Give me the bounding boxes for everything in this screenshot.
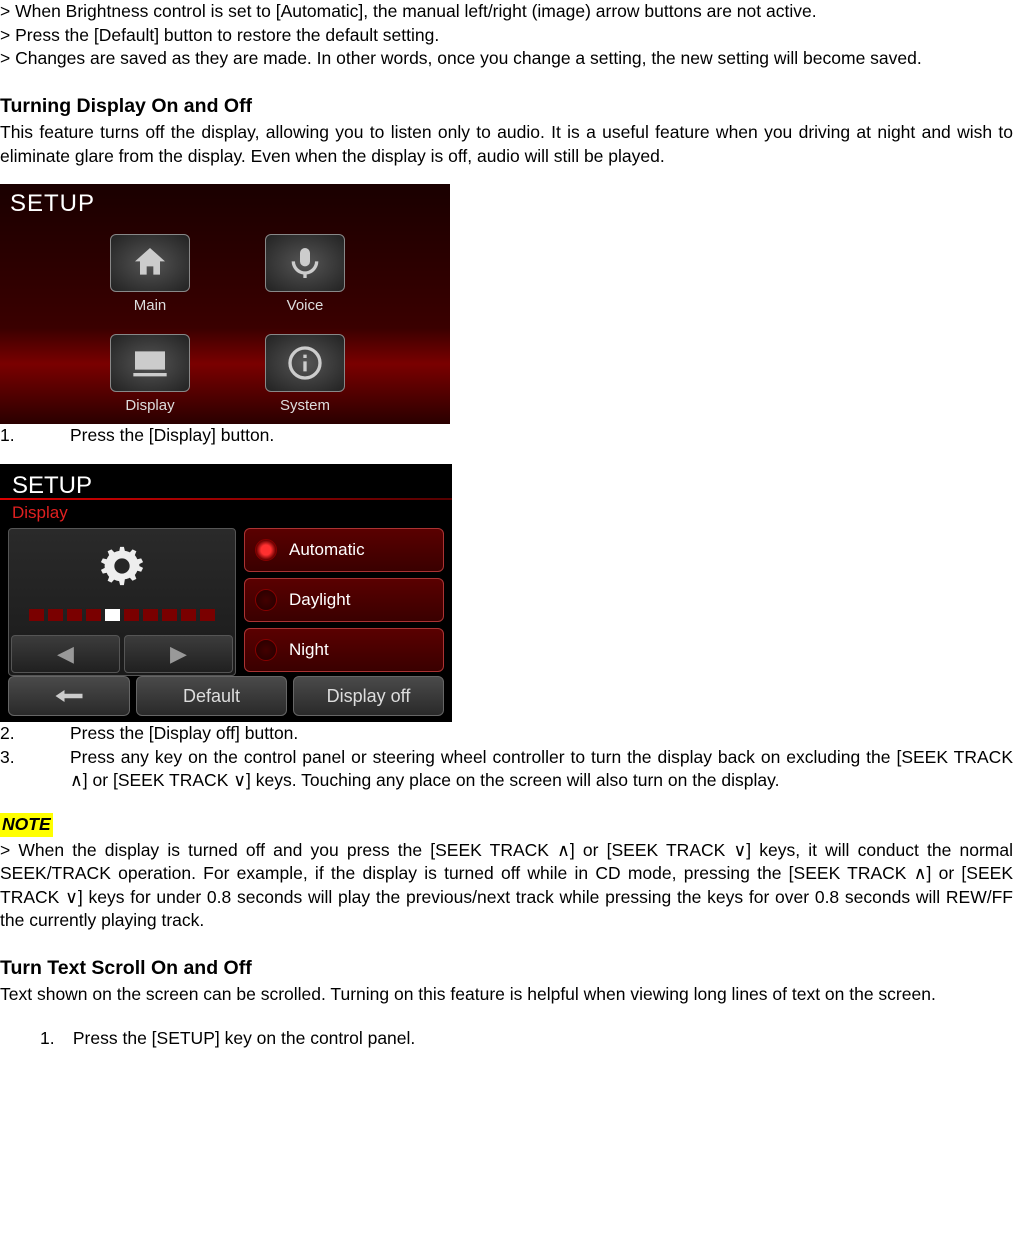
divider bbox=[0, 498, 452, 500]
step-3: 3. Press any key on the control panel or… bbox=[0, 746, 1013, 793]
note-line-3: > Changes are saved as they are made. In… bbox=[0, 47, 1013, 71]
heading-text-scroll: Turn Text Scroll On and Off bbox=[0, 955, 1013, 981]
step-2-text: Press the [Display off] button. bbox=[70, 722, 1013, 746]
note-label: NOTE bbox=[0, 813, 53, 837]
step-3-text: Press any key on the control panel or st… bbox=[70, 746, 1013, 793]
step-1-num: 1. bbox=[0, 424, 70, 448]
option-daylight[interactable]: Daylight bbox=[244, 578, 444, 622]
scroll-step-1-num: 1. bbox=[40, 1027, 68, 1051]
chevron-right-icon: ▶ bbox=[170, 639, 187, 669]
info-icon bbox=[265, 334, 345, 392]
tile-system-label: System bbox=[240, 396, 370, 416]
radio-on-icon bbox=[255, 539, 277, 561]
brightness-left-button[interactable]: ◀ bbox=[11, 635, 120, 673]
display-subtitle: Display bbox=[12, 502, 68, 525]
tile-voice-label: Voice bbox=[240, 296, 370, 316]
step-2-num: 2. bbox=[0, 722, 70, 746]
note-text-2: Press the [Default] button to restore th… bbox=[15, 25, 439, 45]
option-night[interactable]: Night bbox=[244, 628, 444, 672]
home-icon bbox=[110, 234, 190, 292]
radio-off-icon bbox=[255, 589, 277, 611]
option-night-label: Night bbox=[289, 639, 329, 662]
screenshot-setup-menu: SETUP Main Voice Display System bbox=[0, 184, 450, 424]
back-arrow-icon bbox=[54, 687, 84, 705]
mic-icon bbox=[265, 234, 345, 292]
brightness-panel: ◀ ▶ bbox=[8, 528, 236, 676]
desc-text-scroll: Text shown on the screen can be scrolled… bbox=[0, 983, 1013, 1007]
gear-icon bbox=[9, 529, 235, 603]
setup-title: SETUP bbox=[10, 188, 95, 220]
option-automatic-label: Automatic bbox=[289, 539, 365, 562]
note-text-3: Changes are saved as they are made. In o… bbox=[15, 48, 922, 68]
note-body: > When the display is turned off and you… bbox=[0, 839, 1013, 934]
brightness-right-button[interactable]: ▶ bbox=[124, 635, 233, 673]
note-body-text: When the display is turned off and you p… bbox=[0, 840, 1013, 931]
scroll-step-1: 1. Press the [SETUP] key on the control … bbox=[40, 1027, 1013, 1051]
tile-system[interactable]: System bbox=[240, 334, 370, 416]
desc-turning-display: This feature turns off the display, allo… bbox=[0, 121, 1013, 168]
display-icon bbox=[110, 334, 190, 392]
brightness-track bbox=[29, 609, 215, 623]
tile-display-label: Display bbox=[85, 396, 215, 416]
note-line-1: > When Brightness control is set to [Aut… bbox=[0, 0, 1013, 24]
scroll-step-1-text: Press the [SETUP] key on the control pan… bbox=[73, 1028, 415, 1048]
note-text-1: When Brightness control is set to [Autom… bbox=[15, 1, 816, 21]
note-line-2: > Press the [Default] button to restore … bbox=[0, 24, 1013, 48]
option-daylight-label: Daylight bbox=[289, 589, 350, 612]
tile-main[interactable]: Main bbox=[85, 234, 215, 316]
display-off-button[interactable]: Display off bbox=[293, 676, 444, 716]
back-button[interactable] bbox=[8, 676, 130, 716]
tile-main-label: Main bbox=[85, 296, 215, 316]
tile-display[interactable]: Display bbox=[85, 334, 215, 416]
screenshot-display-settings: SETUP Display ◀ ▶ Automatic bbox=[0, 464, 452, 722]
step-3-num: 3. bbox=[0, 746, 70, 793]
chevron-left-icon: ◀ bbox=[57, 639, 74, 669]
tile-voice[interactable]: Voice bbox=[240, 234, 370, 316]
step-1: 1. Press the [Display] button. bbox=[0, 424, 1013, 448]
default-button[interactable]: Default bbox=[136, 676, 287, 716]
step-2: 2. Press the [Display off] button. bbox=[0, 722, 1013, 746]
heading-turning-display: Turning Display On and Off bbox=[0, 93, 1013, 119]
step-1-text: Press the [Display] button. bbox=[70, 424, 1013, 448]
option-automatic[interactable]: Automatic bbox=[244, 528, 444, 572]
radio-off-icon bbox=[255, 639, 277, 661]
